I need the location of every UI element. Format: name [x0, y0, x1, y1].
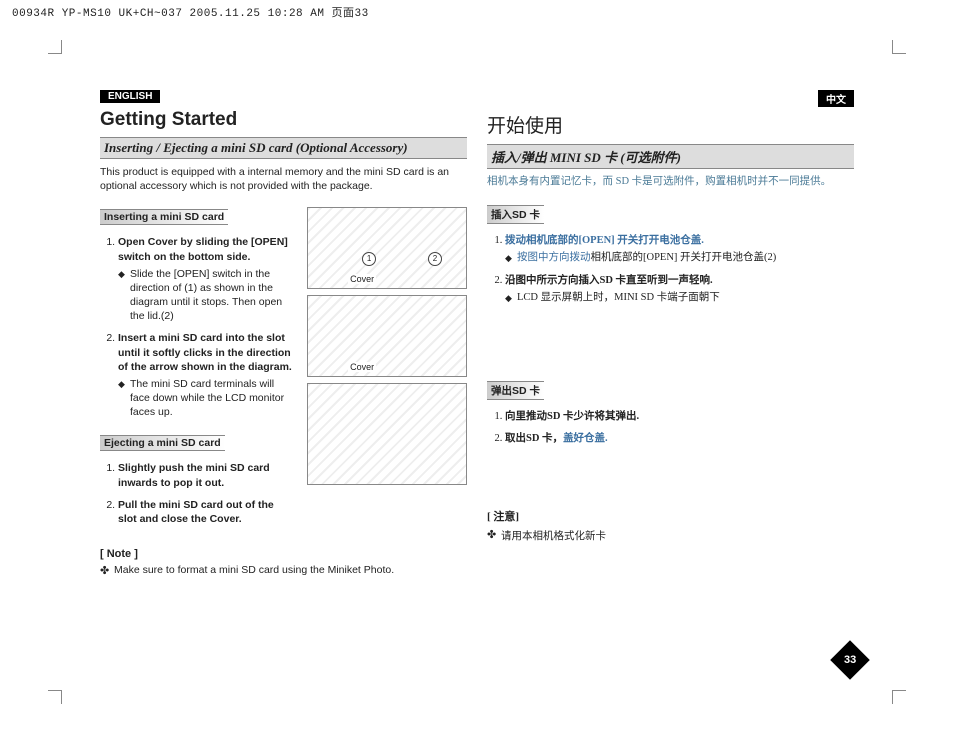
- diagram-marker-2: 2: [428, 252, 442, 266]
- section-bar-en: Inserting / Ejecting a mini SD card (Opt…: [100, 137, 467, 159]
- list-item: Open Cover by sliding the [OPEN] switch …: [118, 235, 295, 323]
- insert-steps-zh: 拨动相机底部的[OPEN] 开关打开电池仓盖. 按图中方向拨动相机底部的[OPE…: [487, 234, 854, 305]
- list-item: Pull the mini SD card out of the slot an…: [118, 498, 295, 526]
- intro-text-zh: 相机本身有内置记忆卡，而 SD 卡是可选附件，购置相机时并不一同提供。: [487, 175, 854, 189]
- eject-steps-zh: 向里推动SD 卡少许将其弹出. 取出SD 卡，盖好仓盖.: [487, 410, 854, 446]
- note-list-en: Make sure to format a mini SD card using…: [100, 564, 467, 576]
- diagram-label-cover: Cover: [348, 362, 376, 372]
- diagram-marker-1: 1: [362, 252, 376, 266]
- insert-steps-en: Open Cover by sliding the [OPEN] switch …: [100, 235, 295, 419]
- subhead-eject-zh: 弹出SD 卡: [487, 381, 544, 400]
- intro-text-en: This product is equipped with a internal…: [100, 165, 467, 193]
- page-title-en: Getting Started: [100, 109, 467, 131]
- list-item: 向里推动SD 卡少许将其弹出.: [505, 410, 854, 424]
- list-item: 沿图中所示方向插入SD 卡直至听到一声轻响. LCD 显示屏朝上时，MINI S…: [505, 274, 854, 305]
- diagram-column: 1 2 Cover Cover: [307, 207, 467, 532]
- crop-mark: [892, 40, 906, 54]
- diagram-label-cover: Cover: [348, 274, 376, 284]
- language-tab-english: ENGLISH: [100, 90, 160, 103]
- diagram-eject-card: [307, 383, 467, 485]
- eject-steps-en: Slightly push the mini SD card inwards t…: [100, 461, 295, 526]
- list-item: Slightly push the mini SD card inwards t…: [118, 461, 295, 489]
- diagram-insert-card: Cover: [307, 295, 467, 377]
- crop-mark: [892, 690, 906, 704]
- section-bar-zh: 插入/弹出 MINI SD 卡 (可选附件): [487, 144, 854, 169]
- subhead-insert-zh: 插入SD 卡: [487, 205, 544, 224]
- subhead-insert-en: Inserting a mini SD card: [100, 209, 228, 225]
- list-item: Insert a mini SD card into the slot unti…: [118, 331, 295, 419]
- diagram-open-cover: 1 2 Cover: [307, 207, 467, 289]
- note-list-zh: 请用本相机格式化新卡: [487, 528, 854, 543]
- page-number-badge: 33: [830, 640, 870, 680]
- list-item: 拨动相机底部的[OPEN] 开关打开电池仓盖. 按图中方向拨动相机底部的[OPE…: [505, 234, 854, 265]
- crop-mark: [48, 690, 62, 704]
- list-item: 取出SD 卡，盖好仓盖.: [505, 432, 854, 446]
- page-title-zh: 开始使用: [487, 111, 854, 138]
- language-tab-chinese: 中文: [818, 90, 854, 107]
- crop-mark: [48, 40, 62, 54]
- note-heading-en: [ Note ]: [100, 548, 467, 560]
- print-meta-header: 00934R YP-MS10 UK+CH~037 2005.11.25 10:2…: [12, 4, 369, 20]
- subhead-eject-en: Ejecting a mini SD card: [100, 435, 225, 451]
- note-heading-zh: [ 注意]: [487, 508, 854, 524]
